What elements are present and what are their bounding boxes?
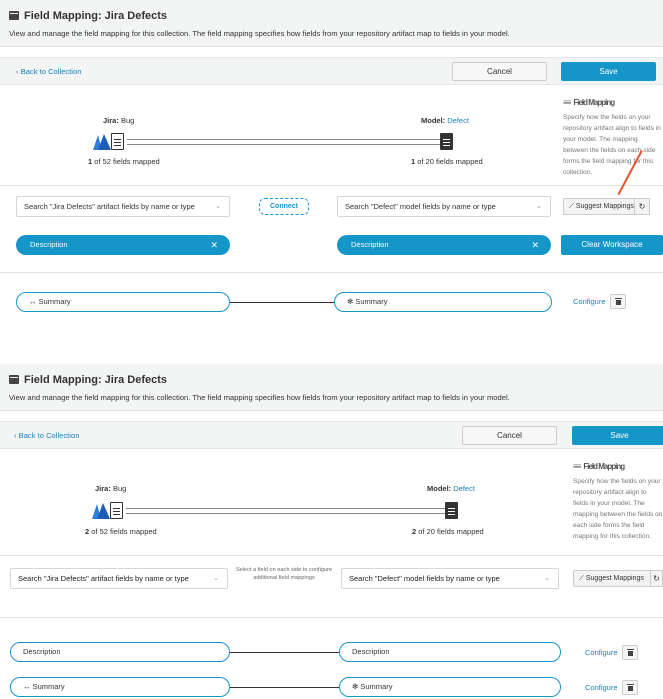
field-mapping-panel-2: Field Mapping: Jira Defects View and man… bbox=[0, 364, 663, 699]
artifact-document-icon bbox=[110, 502, 123, 519]
close-icon[interactable]: ✕ bbox=[210, 235, 218, 255]
mapping-line bbox=[230, 652, 339, 653]
page-subtitle: View and manage the field mapping for th… bbox=[9, 29, 510, 38]
save-button[interactable]: Save bbox=[572, 426, 663, 445]
chevron-down-icon: ⌄ bbox=[213, 575, 219, 582]
mapped-jira-field[interactable]: ↔ Summary bbox=[10, 677, 230, 697]
suggest-mappings-button[interactable]: ⟋ Suggest Mappings bbox=[563, 198, 636, 215]
jira-field-search-select[interactable]: Search "Jira Defects" artifact fields by… bbox=[10, 568, 228, 589]
trash-icon[interactable] bbox=[622, 680, 638, 695]
configure-link[interactable]: Configure bbox=[585, 683, 618, 692]
mapped-jira-field[interactable]: ↔ Summary bbox=[16, 292, 230, 312]
divider bbox=[0, 617, 663, 618]
page-title: Field Mapping: Jira Defects bbox=[9, 10, 167, 22]
close-icon[interactable]: ✕ bbox=[531, 235, 539, 255]
chevron-down-icon: ⌄ bbox=[215, 203, 221, 210]
refresh-icon[interactable]: ↻ bbox=[634, 198, 650, 215]
configure-link[interactable]: Configure bbox=[573, 297, 606, 306]
mapped-model-field[interactable]: Description bbox=[339, 642, 561, 662]
right-fields-mapped-count: 2 of 20 fields mapped bbox=[412, 527, 484, 536]
page-subtitle: View and manage the field mapping for th… bbox=[9, 393, 510, 402]
connect-button[interactable]: Connect bbox=[259, 198, 309, 215]
mapping-line bbox=[230, 302, 334, 303]
mapping-connector-bar bbox=[126, 508, 448, 514]
page-header: Field Mapping: Jira Defects View and man… bbox=[0, 364, 663, 411]
mapping-icon: ≡≡ bbox=[563, 98, 571, 107]
mapping-hint: Select a field on each side to configure… bbox=[235, 567, 333, 581]
model-document-icon bbox=[440, 133, 453, 150]
field-mapping-help: ≡≡ Field Mapping Specify how the fields o… bbox=[573, 461, 663, 542]
divider bbox=[0, 272, 663, 273]
left-fields-mapped-count: 2 of 52 fields mapped bbox=[85, 527, 157, 536]
archive-icon bbox=[9, 11, 19, 20]
trash-icon[interactable] bbox=[610, 294, 626, 309]
field-mapping-help: ≡≡ Field Mapping Specify how the fields o… bbox=[563, 97, 663, 178]
mapping-line bbox=[230, 687, 339, 688]
selected-jira-field[interactable]: Description ✕ bbox=[16, 235, 230, 255]
configure-link[interactable]: Configure bbox=[585, 648, 618, 657]
clear-workspace-button[interactable]: Clear Workspace bbox=[561, 235, 663, 255]
mapped-model-field[interactable]: ✻ Summary bbox=[334, 292, 552, 312]
back-to-collection-link[interactable]: ‹ Back to Collection bbox=[14, 431, 79, 440]
jira-type-label: Jira: Bug bbox=[103, 116, 135, 125]
field-mapping-panel-1: Field Mapping: Jira Defects View and man… bbox=[0, 0, 663, 336]
help-text: Specify how the fields on your repositor… bbox=[563, 114, 661, 176]
suggest-mappings-button[interactable]: ⟋ Suggest Mappings bbox=[573, 570, 651, 587]
wand-icon: ⟋ bbox=[579, 575, 584, 582]
back-to-collection-link[interactable]: ‹ Back to Collection bbox=[16, 67, 81, 76]
page-title: Field Mapping: Jira Defects bbox=[9, 374, 167, 386]
save-button[interactable]: Save bbox=[561, 62, 656, 81]
refresh-icon[interactable]: ↻ bbox=[650, 570, 663, 587]
wand-icon: ⟋ bbox=[569, 203, 574, 210]
model-document-icon bbox=[445, 502, 458, 519]
left-fields-mapped-count: 1 of 52 fields mapped bbox=[88, 157, 160, 166]
model-type-label: Model: Defect bbox=[427, 484, 475, 493]
chevron-down-icon: ⌄ bbox=[536, 203, 542, 210]
toolbar: ‹ Back to Collection Cancel Save bbox=[0, 421, 663, 449]
jira-field-search-select[interactable]: Search "Jira Defects" artifact fields by… bbox=[16, 196, 230, 217]
jira-type-label: Jira: Bug bbox=[95, 484, 127, 493]
mapped-model-field[interactable]: ✻ Summary bbox=[339, 677, 561, 697]
artifact-document-icon bbox=[111, 133, 124, 150]
cancel-button[interactable]: Cancel bbox=[462, 426, 557, 445]
mapping-icon: ≡≡ bbox=[573, 462, 581, 471]
model-field-search-select[interactable]: Search "Defect" model fields by name or … bbox=[337, 196, 551, 217]
help-title: ≡≡ Field Mapping bbox=[563, 98, 615, 107]
chevron-down-icon: ⌄ bbox=[544, 575, 550, 582]
archive-icon bbox=[9, 375, 19, 384]
cancel-button[interactable]: Cancel bbox=[452, 62, 547, 81]
divider bbox=[0, 555, 663, 556]
toolbar: ‹ Back to Collection Cancel Save bbox=[0, 57, 663, 85]
atlassian-logo-icon bbox=[93, 134, 111, 150]
divider bbox=[0, 185, 663, 186]
right-fields-mapped-count: 1 of 20 fields mapped bbox=[411, 157, 483, 166]
atlassian-logo-icon bbox=[92, 503, 110, 519]
model-type-label: Model: Defect bbox=[421, 116, 469, 125]
model-field-search-select[interactable]: Search "Defect" model fields by name or … bbox=[341, 568, 559, 589]
selected-model-field[interactable]: Description ✕ bbox=[337, 235, 551, 255]
help-title: ≡≡ Field Mapping bbox=[573, 462, 625, 471]
trash-icon[interactable] bbox=[622, 645, 638, 660]
mapped-jira-field[interactable]: Description bbox=[10, 642, 230, 662]
page-header: Field Mapping: Jira Defects View and man… bbox=[0, 0, 663, 47]
mapping-connector-bar bbox=[127, 139, 443, 145]
help-text: Specify how the fields on your repositor… bbox=[573, 478, 663, 540]
